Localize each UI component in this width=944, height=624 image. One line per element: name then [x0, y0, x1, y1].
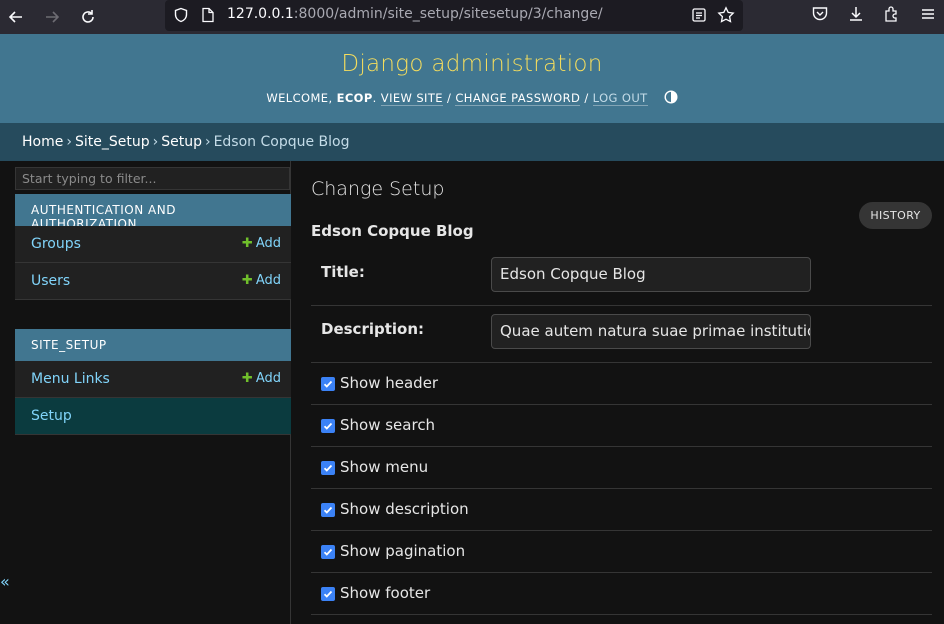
user-tools-separator: /: [447, 91, 452, 105]
show-description-checkbox[interactable]: [321, 503, 335, 517]
main-content: Change Setup HISTORY Edson Copque Blog T…: [311, 161, 944, 624]
bookmark-star-icon[interactable]: [717, 6, 735, 28]
welcome-text: WELCOME,: [266, 91, 333, 105]
pocket-icon[interactable]: [811, 5, 829, 27]
form-row-show-menu: Show menu: [311, 447, 932, 489]
site-branding[interactable]: Django administration: [0, 51, 944, 77]
show-pagination-checkbox[interactable]: [321, 545, 335, 559]
form-row-title: Title: Edson Copque Blog: [311, 249, 932, 306]
show-description-label[interactable]: Show description: [340, 500, 469, 518]
show-footer-checkbox[interactable]: [321, 587, 335, 601]
history-button[interactable]: HISTORY: [859, 202, 932, 229]
checkmark-icon: [323, 506, 333, 514]
add-groups-link[interactable]: ✚ Add: [242, 236, 281, 251]
url-host: 127.0.0.1: [227, 6, 294, 22]
username: ECOP: [336, 91, 373, 105]
sidebar-item-menu-links-link[interactable]: Menu Links: [31, 371, 110, 387]
breadcrumb-separator: ›: [204, 134, 211, 150]
form-row-show-header: Show header: [311, 363, 932, 405]
sidebar-collapse-toggle[interactable]: «: [0, 572, 10, 591]
page-title: Change Setup: [311, 178, 445, 200]
form-row-show-search: Show search: [311, 405, 932, 447]
checkmark-icon: [323, 590, 333, 598]
user-tools: WELCOME, ECOP. VIEW SITE / CHANGE PASSWO…: [0, 90, 944, 107]
shield-icon[interactable]: [173, 7, 189, 27]
breadcrumb-separator: ›: [152, 134, 159, 150]
breadcrumb-home[interactable]: Home: [22, 134, 63, 150]
url-text[interactable]: 127.0.0.1:8000/admin/site_setup/sitesetu…: [227, 6, 603, 22]
checkmark-icon: [323, 422, 333, 430]
show-header-label[interactable]: Show header: [340, 374, 438, 392]
show-footer-label[interactable]: Show footer: [340, 584, 430, 602]
show-menu-checkbox[interactable]: [321, 461, 335, 475]
breadcrumb-setup[interactable]: Setup: [161, 134, 202, 150]
form-row-show-pagination: Show pagination: [311, 531, 932, 573]
view-site-link[interactable]: VIEW SITE: [380, 91, 443, 106]
add-label: Add: [255, 273, 281, 288]
show-menu-label[interactable]: Show menu: [340, 458, 428, 476]
sidebar-item-users-link[interactable]: Users: [31, 273, 70, 289]
extensions-icon[interactable]: [883, 5, 901, 27]
user-tools-separator: /: [584, 91, 589, 105]
form-row-description: Description: Quae autem natura suae prim…: [311, 306, 932, 363]
url-path: :8000/admin/site_setup/sitesetup/3/chang…: [293, 6, 603, 22]
sidebar-item-groups: Groups ✚ Add: [15, 226, 291, 263]
sidebar-item-menu-links: Menu Links ✚ Add: [15, 361, 291, 398]
site-header: Django administration WELCOME, ECOP. VIE…: [0, 34, 944, 123]
change-password-link[interactable]: CHANGE PASSWORD: [455, 91, 581, 106]
checkmark-icon: [323, 548, 333, 556]
show-search-checkbox[interactable]: [321, 419, 335, 433]
sidebar-item-users: Users ✚ Add: [15, 263, 291, 300]
arrow-right-icon: [46, 11, 60, 23]
show-header-checkbox[interactable]: [321, 377, 335, 391]
module-auth-caption[interactable]: AUTHENTICATION AND AUTHORIZATION: [15, 194, 291, 231]
forward-button[interactable]: [39, 4, 65, 30]
add-users-link[interactable]: ✚ Add: [242, 273, 281, 288]
description-label: Description:: [321, 320, 425, 338]
module-site-setup-caption[interactable]: SITE_SETUP: [15, 329, 291, 361]
sidebar-item-setup-link[interactable]: Setup: [31, 408, 72, 424]
page-icon[interactable]: [201, 7, 215, 27]
back-button[interactable]: [3, 4, 29, 30]
checkmark-icon: [323, 380, 333, 388]
title-input[interactable]: Edson Copque Blog: [491, 257, 811, 292]
browser-toolbar: 127.0.0.1:8000/admin/site_setup/sitesetu…: [0, 0, 944, 34]
form-row-show-description: Show description: [311, 489, 932, 531]
add-label: Add: [255, 371, 281, 386]
object-name: Edson Copque Blog: [311, 222, 474, 240]
reader-view-icon[interactable]: [691, 7, 707, 27]
show-pagination-label[interactable]: Show pagination: [340, 542, 465, 560]
url-bar[interactable]: 127.0.0.1:8000/admin/site_setup/sitesetu…: [165, 0, 743, 31]
nav-sidebar: Start typing to filter... AUTHENTICATION…: [14, 161, 291, 624]
add-menu-links-link[interactable]: ✚ Add: [242, 371, 281, 386]
nav-filter-input[interactable]: Start typing to filter...: [15, 167, 290, 190]
breadcrumb: Home › Site_Setup › Setup › Edson Copque Blog: [0, 123, 944, 161]
plus-icon: ✚: [241, 236, 253, 251]
log-out-link[interactable]: LOG OUT: [592, 91, 648, 106]
checkmark-icon: [323, 464, 333, 472]
form-row-show-footer: Show footer: [311, 573, 932, 615]
theme-toggle-icon[interactable]: [664, 90, 678, 107]
breadcrumb-site-setup[interactable]: Site_Setup: [75, 134, 150, 150]
add-label: Add: [255, 236, 281, 251]
show-search-label[interactable]: Show search: [340, 416, 435, 434]
sidebar-item-groups-link[interactable]: Groups: [31, 236, 81, 252]
plus-icon: ✚: [241, 371, 253, 386]
menu-icon[interactable]: [919, 5, 937, 27]
breadcrumb-current: Edson Copque Blog: [213, 134, 350, 150]
breadcrumb-separator: ›: [66, 134, 72, 150]
title-label: Title:: [321, 263, 365, 281]
downloads-icon[interactable]: [847, 5, 865, 27]
reload-icon: [82, 10, 94, 23]
plus-icon: ✚: [241, 273, 253, 288]
reload-button[interactable]: [75, 4, 101, 30]
arrow-left-icon: [8, 11, 22, 23]
description-input[interactable]: Quae autem natura suae primae institutio…: [491, 314, 811, 349]
sidebar-item-setup: Setup: [15, 398, 291, 435]
